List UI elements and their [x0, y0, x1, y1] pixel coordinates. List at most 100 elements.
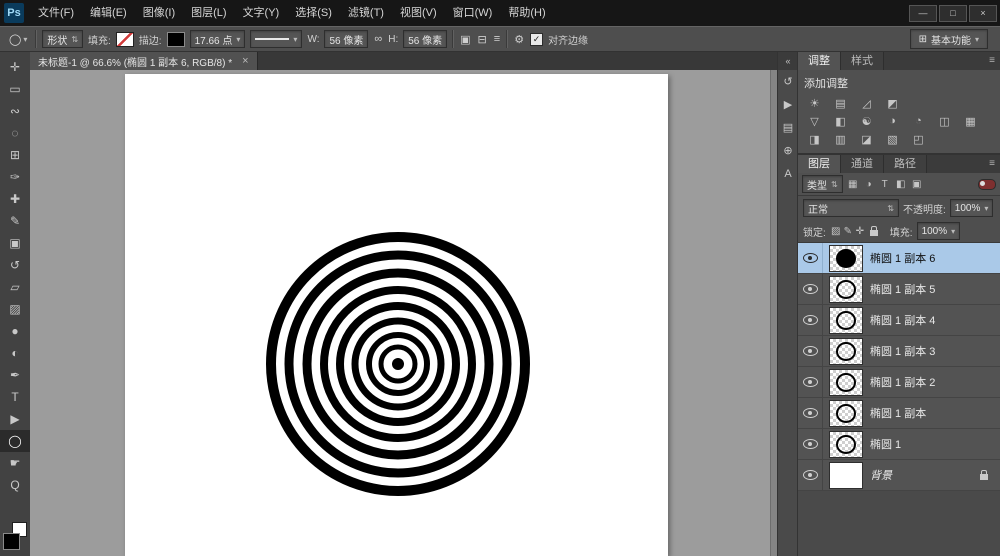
visibility-toggle[interactable] [798, 367, 823, 397]
panel-menu-icon[interactable]: ≡ [989, 155, 995, 173]
type-tool[interactable]: T [0, 386, 30, 408]
photo-filter-icon[interactable]: ◔ [908, 112, 929, 130]
menu-help[interactable]: 帮助(H) [500, 0, 553, 26]
lock-transparency-icon[interactable]: ▨ [830, 226, 842, 237]
posterize-icon[interactable]: ▥ [830, 130, 851, 148]
threshold-icon[interactable]: ◪ [856, 130, 877, 148]
tab-styles[interactable]: 样式 [841, 52, 884, 70]
menu-edit[interactable]: 编辑(E) [82, 0, 135, 26]
document-tab[interactable]: 未标题-1 @ 66.6% (椭圆 1 副本 6, RGB/8) * × [30, 52, 258, 70]
close-tab-icon[interactable]: × [242, 55, 248, 67]
selective-color-icon[interactable]: ◰ [908, 130, 929, 148]
channel-mixer-icon[interactable]: ◫ [934, 112, 955, 130]
layer-thumbnail[interactable] [829, 276, 863, 303]
path-arrange-icon[interactable]: ≡ [493, 33, 501, 45]
layer-thumbnail[interactable] [829, 307, 863, 334]
color-balance-icon[interactable]: ☯ [856, 112, 877, 130]
layer-thumbnail[interactable] [829, 369, 863, 396]
tool-preset-picker[interactable]: ◯ ▾ [6, 33, 30, 46]
eyedropper-tool[interactable]: ✑ [0, 166, 30, 188]
gradient-tool[interactable]: ▨ [0, 298, 30, 320]
visibility-toggle[interactable] [798, 274, 823, 304]
path-selection-tool[interactable]: ▶ [0, 408, 30, 430]
menu-image[interactable]: 图像(I) [135, 0, 183, 26]
filter-adjustment-layers-icon[interactable]: ◑ [862, 179, 876, 190]
hue-saturation-icon[interactable]: ◧ [830, 112, 851, 130]
gear-icon[interactable]: ⚙ [513, 33, 525, 46]
blend-mode-select[interactable]: 正常 ⇅ [803, 199, 899, 217]
visibility-toggle[interactable] [798, 305, 823, 335]
width-input[interactable]: 56 像素 [324, 30, 368, 48]
clone-source-icon[interactable]: ⊕ [778, 139, 798, 162]
visibility-toggle[interactable] [798, 429, 823, 459]
panel-menu-icon[interactable]: ≡ [989, 52, 995, 70]
pen-tool[interactable]: ✒ [0, 364, 30, 386]
invert-icon[interactable]: ◨ [804, 130, 825, 148]
ellipse-tool[interactable]: ◯ [0, 430, 30, 452]
layer-thumbnail[interactable] [829, 431, 863, 458]
menu-select[interactable]: 选择(S) [287, 0, 340, 26]
filter-shape-layers-icon[interactable]: ◧ [894, 179, 908, 190]
lock-position-icon[interactable]: ✛ [854, 226, 866, 237]
brush-tool[interactable]: ✎ [0, 210, 30, 232]
fill-input[interactable]: 100% ▾ [917, 222, 961, 240]
path-operations-icon[interactable]: ▣ [459, 33, 471, 46]
layer-thumbnail[interactable] [829, 400, 863, 427]
lasso-tool[interactable]: ∾ [0, 100, 30, 122]
filter-toggle-switch[interactable] [978, 179, 996, 190]
height-input[interactable]: 56 像素 [403, 30, 447, 48]
close-button[interactable]: × [969, 5, 997, 22]
opacity-input[interactable]: 100% ▾ [950, 199, 994, 217]
filter-type-layers-icon[interactable]: T [878, 179, 892, 190]
filter-smart-objects-icon[interactable]: ▣ [910, 179, 924, 190]
lock-pixels-icon[interactable]: ✎ [842, 226, 854, 237]
visibility-toggle[interactable] [798, 398, 823, 428]
tab-channels[interactable]: 通道 [841, 155, 884, 173]
visibility-toggle[interactable] [798, 460, 823, 490]
stroke-swatch[interactable] [167, 32, 185, 47]
layer-row[interactable]: 椭圆 1 副本 4 [798, 305, 1000, 336]
workspace-switcher[interactable]: ⊞ 基本功能 ▾ [910, 29, 988, 49]
history-icon[interactable]: ↺ [778, 70, 798, 93]
layer-thumbnail[interactable] [829, 245, 863, 272]
stroke-style-select[interactable]: ▾ [250, 30, 302, 48]
curves-icon[interactable]: ◿ [856, 94, 877, 112]
clone-stamp-tool[interactable]: ▣ [0, 232, 30, 254]
quick-selection-tool[interactable]: ◌ [0, 122, 30, 144]
filter-pixel-layers-icon[interactable]: ▦ [846, 179, 860, 190]
menu-layer[interactable]: 图层(L) [183, 0, 234, 26]
visibility-toggle[interactable] [798, 243, 823, 273]
layer-row[interactable]: 椭圆 1 副本 [798, 398, 1000, 429]
tool-mode-select[interactable]: 形状 ⇅ [42, 30, 83, 48]
dodge-tool[interactable]: ◐ [0, 342, 30, 364]
actions-icon[interactable]: ▶ [778, 93, 798, 116]
menu-filter[interactable]: 滤镜(T) [340, 0, 392, 26]
fill-swatch[interactable] [116, 32, 134, 47]
brush-presets-icon[interactable]: ▤ [778, 116, 798, 139]
eraser-tool[interactable]: ▱ [0, 276, 30, 298]
vibrance-icon[interactable]: ▽ [804, 112, 825, 130]
exposure-icon[interactable]: ◩ [882, 94, 903, 112]
gradient-map-icon[interactable]: ▧ [882, 130, 903, 148]
zoom-tool[interactable]: Q [0, 474, 30, 496]
expand-panels-button[interactable]: « [778, 52, 798, 70]
healing-brush-tool[interactable]: ✚ [0, 188, 30, 210]
color-lookup-icon[interactable]: ▦ [960, 112, 981, 130]
stroke-width-input[interactable]: 17.66 点 ▾ [190, 30, 246, 48]
black-white-icon[interactable]: ◑ [882, 112, 903, 130]
menu-window[interactable]: 窗口(W) [445, 0, 501, 26]
menu-type[interactable]: 文字(Y) [235, 0, 288, 26]
layer-row[interactable]: 椭圆 1 [798, 429, 1000, 460]
layer-thumbnail[interactable] [829, 338, 863, 365]
layer-row[interactable]: 椭圆 1 副本 3 [798, 336, 1000, 367]
layer-row[interactable]: 背景 [798, 460, 1000, 491]
path-alignment-icon[interactable]: ⊟ [477, 33, 488, 46]
menu-file[interactable]: 文件(F) [30, 0, 82, 26]
tab-paths[interactable]: 路径 [884, 155, 927, 173]
tab-adjustments[interactable]: 调整 [798, 52, 841, 70]
blur-tool[interactable]: ● [0, 320, 30, 342]
history-brush-tool[interactable]: ↺ [0, 254, 30, 276]
layer-thumbnail[interactable] [829, 462, 863, 489]
character-panel-icon[interactable]: A [778, 162, 798, 185]
move-tool[interactable]: ✛ [0, 56, 30, 78]
